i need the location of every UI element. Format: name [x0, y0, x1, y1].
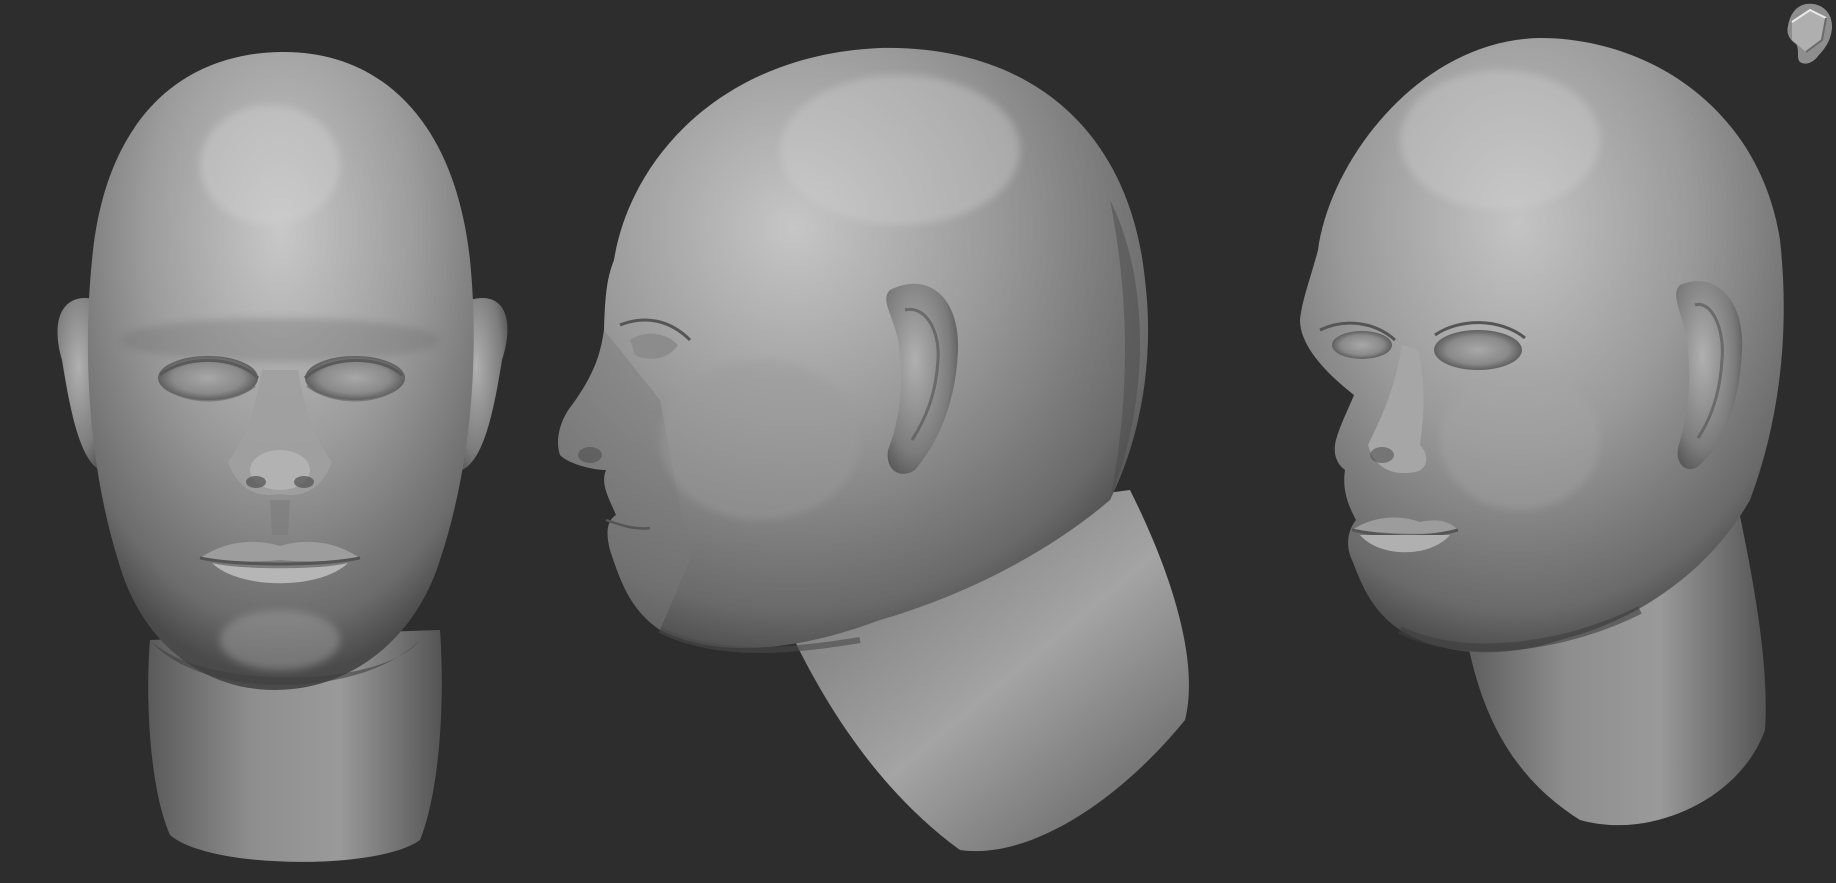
head-orientation-gizmo-icon[interactable]: [1766, 0, 1836, 70]
sculpt-viewport[interactable]: [0, 0, 1836, 883]
three-quarter-view-sculpt[interactable]: [0, 0, 1836, 883]
